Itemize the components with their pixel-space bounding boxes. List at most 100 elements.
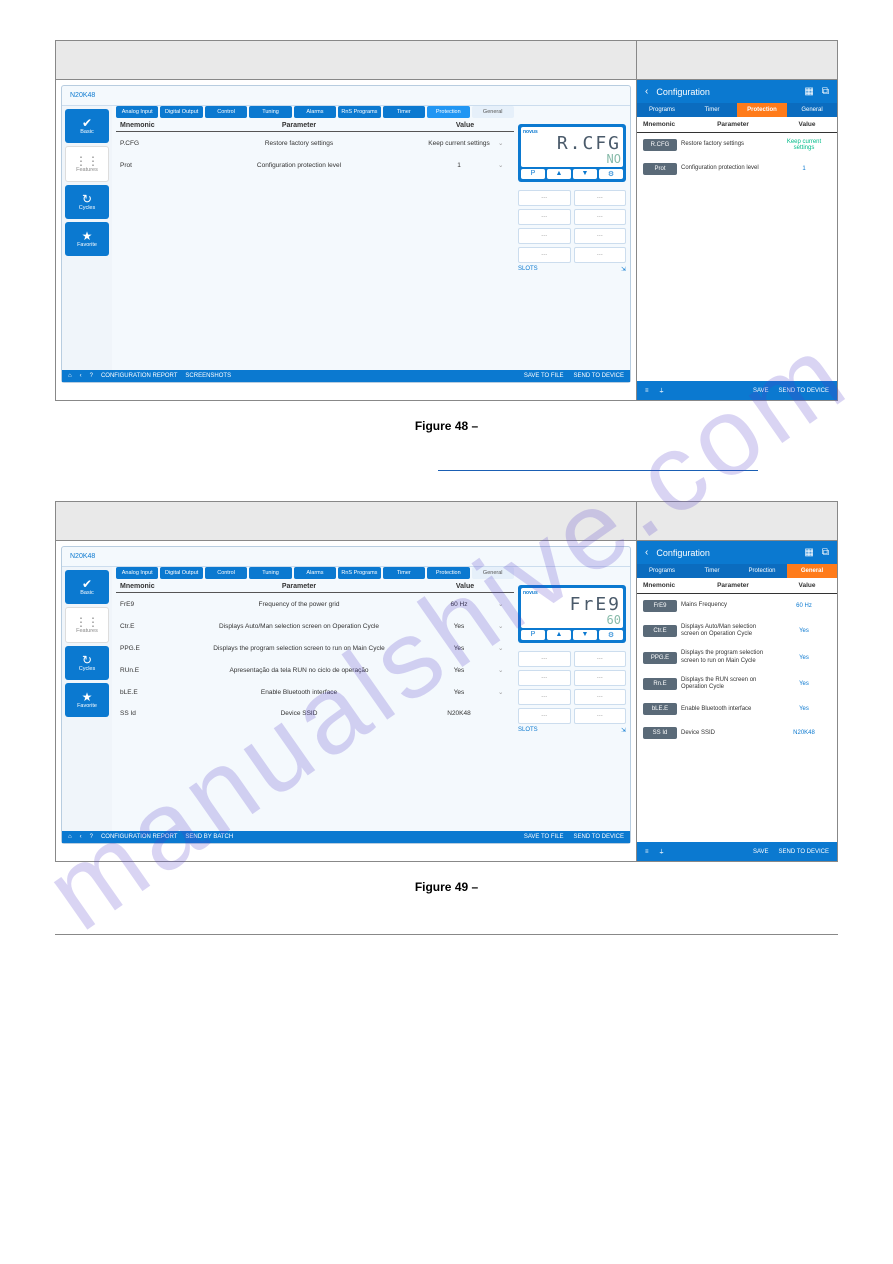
- tab-timer[interactable]: Timer: [383, 567, 425, 579]
- slot[interactable]: ---: [574, 670, 627, 686]
- slot[interactable]: ---: [518, 670, 571, 686]
- tab-alarms[interactable]: Alarms: [294, 106, 336, 118]
- side-favorite[interactable]: ★Favorite: [65, 222, 109, 256]
- mtab-programs[interactable]: Programs: [637, 103, 687, 117]
- share-icon[interactable]: ⧉: [822, 547, 829, 558]
- home-icon[interactable]: ⌂: [68, 373, 72, 379]
- lcd-gear-button[interactable]: ⚙: [599, 169, 623, 179]
- chevron-down-icon[interactable]: ⌄: [498, 622, 510, 630]
- mtab-timer[interactable]: Timer: [687, 564, 737, 578]
- slot[interactable]: ---: [518, 228, 571, 244]
- slot[interactable]: ---: [518, 708, 571, 724]
- side-favorite[interactable]: ★Favorite: [65, 683, 109, 717]
- home-icon[interactable]: ⌂: [68, 834, 72, 840]
- value-cell[interactable]: 1: [420, 162, 498, 169]
- menu-icon[interactable]: ≡: [645, 388, 649, 394]
- slot[interactable]: ---: [518, 651, 571, 667]
- mrow-rcfg[interactable]: R.CFG Restore factory settings Keep curr…: [637, 133, 837, 157]
- slot[interactable]: ---: [518, 247, 571, 263]
- back-icon[interactable]: ‹: [645, 547, 648, 558]
- lcd-down-button[interactable]: ▼: [573, 169, 597, 179]
- mrow-prot[interactable]: Prot Configuration protection level 1: [637, 157, 837, 181]
- value-cell[interactable]: Yes: [420, 667, 498, 674]
- mrow[interactable]: Ctr.EDisplays Auto/Man selection screen …: [637, 618, 837, 644]
- slot[interactable]: ---: [518, 209, 571, 225]
- tab-digital[interactable]: Digital Output: [160, 106, 202, 118]
- tab-tuning[interactable]: Tuning: [249, 567, 291, 579]
- save-button[interactable]: SAVE: [753, 388, 769, 394]
- mtab-general[interactable]: General: [787, 103, 837, 117]
- value-cell[interactable]: 60 Hz: [420, 601, 498, 608]
- mtab-general[interactable]: General: [787, 564, 837, 578]
- value-cell[interactable]: Yes: [420, 623, 498, 630]
- tab-timer[interactable]: Timer: [383, 106, 425, 118]
- value-cell[interactable]: Yes: [420, 689, 498, 696]
- slot[interactable]: ---: [574, 209, 627, 225]
- lcd-p-button[interactable]: P: [521, 630, 545, 640]
- share-icon[interactable]: ⧉: [822, 86, 829, 97]
- slot[interactable]: ---: [574, 228, 627, 244]
- send-button[interactable]: SEND TO DEVICE: [574, 834, 624, 840]
- send-button[interactable]: SEND TO DEVICE: [779, 849, 829, 855]
- lcd-gear-button[interactable]: ⚙: [599, 630, 623, 640]
- mtab-timer[interactable]: Timer: [687, 103, 737, 117]
- slot[interactable]: ---: [574, 190, 627, 206]
- slot[interactable]: ---: [574, 708, 627, 724]
- side-features[interactable]: ⋮⋮Features: [65, 607, 109, 643]
- chevron-down-icon[interactable]: ⌄: [498, 600, 510, 608]
- value-cell[interactable]: Keep current settings: [420, 140, 498, 147]
- slot[interactable]: ---: [574, 651, 627, 667]
- tab-analog[interactable]: Analog Input: [116, 567, 158, 579]
- mrow[interactable]: SS IdDevice SSIDN20K48: [637, 721, 837, 745]
- save-button[interactable]: SAVE TO FILE: [524, 834, 564, 840]
- slots-icon[interactable]: ▦: [804, 86, 813, 97]
- tab-protection[interactable]: Protection: [427, 106, 469, 118]
- mrow[interactable]: Rn.EDisplays the RUN screen on Operation…: [637, 671, 837, 697]
- expand-icon[interactable]: ⇲: [621, 727, 626, 734]
- usb-icon[interactable]: ⏚: [659, 386, 665, 395]
- send-batch-button[interactable]: SEND BY BATCH: [185, 834, 233, 840]
- tab-rns[interactable]: RnS Programs: [338, 567, 380, 579]
- value-cell[interactable]: N20K48: [420, 710, 498, 717]
- side-cycles[interactable]: ↻Cycles: [65, 646, 109, 680]
- mtab-protection[interactable]: Protection: [737, 564, 787, 578]
- config-report-button[interactable]: CONFIGURATION REPORT: [101, 373, 177, 379]
- chevron-down-icon[interactable]: ⌄: [498, 139, 510, 147]
- screenshots-button[interactable]: SCREENSHOTS: [185, 373, 231, 379]
- mrow[interactable]: FrE9Mains Frequency60 Hz: [637, 594, 837, 618]
- back-icon[interactable]: ‹: [80, 373, 82, 379]
- tab-analog[interactable]: Analog Input: [116, 106, 158, 118]
- slot[interactable]: ---: [518, 689, 571, 705]
- mtab-protection[interactable]: Protection: [737, 103, 787, 117]
- lcd-down-button[interactable]: ▼: [573, 630, 597, 640]
- lcd-p-button[interactable]: P: [521, 169, 545, 179]
- slot[interactable]: ---: [574, 689, 627, 705]
- chevron-down-icon[interactable]: ⌄: [498, 688, 510, 696]
- tab-alarms[interactable]: Alarms: [294, 567, 336, 579]
- tab-protection[interactable]: Protection: [427, 567, 469, 579]
- chevron-down-icon[interactable]: ⌄: [498, 161, 510, 169]
- manual-icon[interactable]: ?: [90, 834, 93, 840]
- tab-rns[interactable]: RnS Programs: [338, 106, 380, 118]
- tab-control[interactable]: Control: [205, 567, 247, 579]
- mrow[interactable]: PPG.EDisplays the program selection scre…: [637, 644, 837, 670]
- tab-tuning[interactable]: Tuning: [249, 106, 291, 118]
- tab-control[interactable]: Control: [205, 106, 247, 118]
- tab-general[interactable]: General: [472, 106, 514, 118]
- manual-icon[interactable]: ?: [90, 373, 93, 379]
- mrow[interactable]: bLE.EEnable Bluetooth interfaceYes: [637, 697, 837, 721]
- value-cell[interactable]: Yes: [420, 645, 498, 652]
- chevron-down-icon[interactable]: ⌄: [498, 666, 510, 674]
- menu-icon[interactable]: ≡: [645, 849, 649, 855]
- send-button[interactable]: SEND TO DEVICE: [779, 388, 829, 394]
- slots-icon[interactable]: ▦: [804, 547, 813, 558]
- lcd-up-button[interactable]: ▲: [547, 630, 571, 640]
- side-basic[interactable]: ✔Basic: [65, 109, 109, 143]
- send-button[interactable]: SEND TO DEVICE: [574, 373, 624, 379]
- slot[interactable]: ---: [518, 190, 571, 206]
- back-icon[interactable]: ‹: [645, 86, 648, 97]
- tab-digital[interactable]: Digital Output: [160, 567, 202, 579]
- side-basic[interactable]: ✔Basic: [65, 570, 109, 604]
- save-button[interactable]: SAVE: [753, 849, 769, 855]
- expand-icon[interactable]: ⇲: [621, 266, 626, 273]
